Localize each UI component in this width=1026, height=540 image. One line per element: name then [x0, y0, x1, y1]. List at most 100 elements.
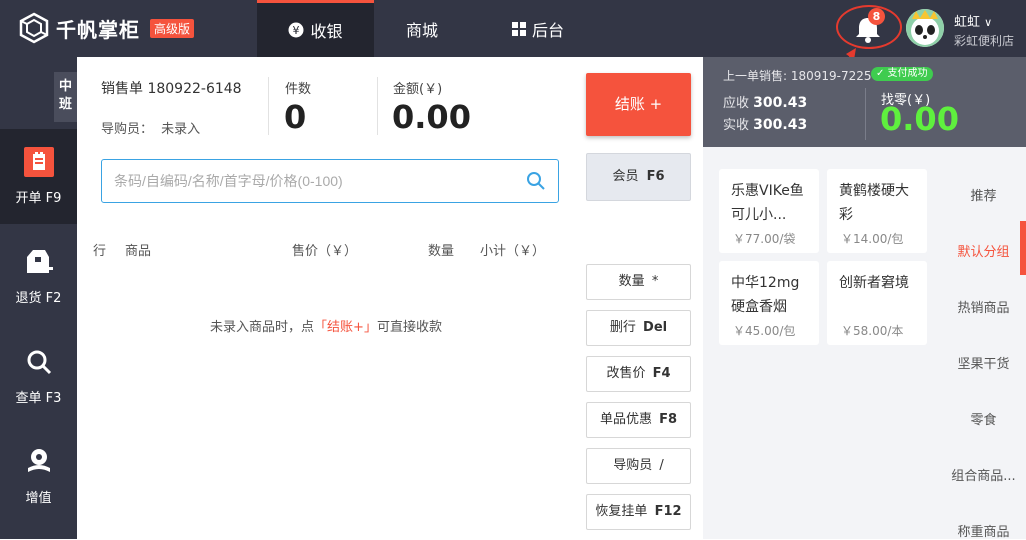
tab-label: 商城: [405, 20, 438, 40]
search-icon[interactable]: [526, 171, 546, 191]
hint-highlight: 「结账+」: [314, 320, 377, 335]
button-label: 数量: [618, 274, 645, 289]
logo: 千帆掌柜 高级版: [18, 12, 195, 44]
amount-value: 0.00: [392, 98, 471, 136]
yen-circle-icon: ¥: [288, 22, 304, 38]
brand-name: 千帆掌柜: [56, 17, 140, 42]
shift-tag: 中班: [54, 72, 77, 122]
category-default-group[interactable]: 默认分组: [941, 241, 1026, 260]
user-name: 虹虹: [954, 15, 981, 30]
active-category-indicator: [1020, 221, 1026, 275]
button-key: F6: [646, 169, 665, 184]
amount-label: 金额(￥): [393, 82, 443, 97]
button-label: 导购员: [613, 458, 653, 473]
product-card[interactable]: 黄鹤楼硬大彩 ￥14.00/包: [827, 169, 927, 253]
order-icon: [23, 147, 54, 177]
column-header-price: 售价（￥）: [292, 244, 358, 259]
member-button[interactable]: 会员 F6: [586, 153, 691, 201]
button-key: Del: [643, 320, 668, 335]
return-box-icon: [24, 247, 54, 277]
product-name: 中华12mg硬盒香烟: [731, 275, 800, 315]
change-value: 0.00: [880, 100, 959, 138]
product-card[interactable]: 乐惠VIKe鱼可儿小... ￥77.00/袋: [719, 169, 819, 253]
value-added-icon: [24, 447, 54, 477]
store-name: 彩虹便利店: [954, 34, 1015, 48]
sidebar-item-label: 开单 F9: [15, 191, 62, 206]
svg-text:¥: ¥: [293, 24, 300, 37]
tab-label: 收银: [310, 22, 343, 41]
column-header-quantity: 数量: [428, 244, 455, 259]
column-header-row: 行: [93, 244, 107, 259]
hint-text: 未录入商品时，点: [210, 320, 315, 335]
edition-badge: 高级版: [150, 18, 195, 38]
divider: [865, 88, 866, 140]
sidebar-item-label: 查单 F3: [15, 391, 62, 406]
guide-value: 未录入: [161, 122, 201, 137]
button-label: 会员: [612, 169, 639, 184]
button-key: *: [651, 274, 659, 289]
avatar[interactable]: [906, 9, 944, 47]
restore-held-order-button[interactable]: 恢复挂单 F12: [586, 494, 691, 530]
change-price-button[interactable]: 改售价 F4: [586, 356, 691, 392]
category-bundles[interactable]: 组合商品...: [941, 465, 1026, 484]
guide-info: 导购员： 未录入: [101, 118, 200, 137]
logo-cube-icon: [19, 12, 49, 44]
guide-label: 导购员：: [101, 122, 154, 137]
notification-badge: 8: [868, 8, 885, 25]
product-card[interactable]: 创新者窘境 ￥58.00/本: [827, 261, 927, 345]
delete-row-button[interactable]: 删行 Del: [586, 310, 691, 346]
button-key: F4: [652, 366, 671, 381]
button-key: F12: [654, 504, 682, 519]
received-label: 实收: [723, 118, 750, 133]
tab-backend[interactable]: 后台: [488, 0, 588, 57]
search-icon: [24, 347, 54, 377]
sidebar-item-label: 退货 F2: [15, 291, 62, 306]
product-price: ￥14.00/包: [841, 232, 904, 246]
last-sale-label: 上一单销售: 180919-7225: [723, 69, 872, 83]
item-discount-button[interactable]: 单品优惠 F8: [586, 402, 691, 438]
receivable-value: 300.43: [753, 95, 808, 111]
empty-cart-hint: 未录入商品时，点「结账+」可直接收款: [0, 316, 560, 335]
count-label: 件数: [285, 82, 312, 97]
sidebar-item-search-order[interactable]: 查单 F3: [0, 329, 77, 424]
order-number: 销售单 180922-6148: [101, 81, 242, 97]
hint-text: 可直接收款: [376, 320, 442, 335]
tab-label: 后台: [531, 20, 564, 40]
grid-icon: [511, 21, 526, 36]
received-value: 300.43: [753, 117, 808, 133]
category-recommend[interactable]: 推荐: [941, 185, 1026, 204]
product-name: 乐惠VIKe鱼可儿小...: [731, 183, 804, 223]
panda-avatar-icon: [906, 9, 944, 47]
count-value: 0: [284, 98, 307, 136]
search-input[interactable]: [114, 170, 514, 192]
tab-cashier[interactable]: ¥ 收银: [257, 0, 374, 57]
category-snacks[interactable]: 零食: [941, 409, 1026, 428]
product-price: ￥45.00/包: [733, 324, 796, 338]
receivable-line: 应收 300.43: [723, 92, 807, 111]
chevron-down-icon: ∨: [984, 16, 993, 29]
column-header-subtotal: 小计（￥）: [480, 244, 546, 259]
product-price: ￥58.00/本: [841, 324, 904, 338]
guide-button[interactable]: 导购员 /: [586, 448, 691, 484]
sidebar-item-return[interactable]: 退货 F2: [0, 229, 77, 324]
category-weighed[interactable]: 称重商品: [941, 521, 1026, 540]
tab-mall[interactable]: 商城: [374, 0, 470, 57]
search-box: [101, 159, 559, 203]
button-label: 改售价: [606, 366, 646, 381]
category-nuts[interactable]: 坚果干货: [941, 353, 1026, 372]
product-card[interactable]: 中华12mg硬盒香烟 ￥45.00/包: [719, 261, 819, 345]
product-name: 创新者窘境: [839, 275, 909, 291]
column-header-item: 商品: [125, 244, 152, 259]
button-label: 恢复挂单: [595, 504, 648, 519]
quantity-button[interactable]: 数量 *: [586, 264, 691, 300]
received-line: 实收 300.43: [723, 114, 807, 133]
button-key: F8: [659, 412, 678, 427]
user-menu[interactable]: 虹虹 ∨: [954, 11, 992, 30]
sidebar-item-label: 增值: [25, 491, 52, 506]
divider: [377, 77, 378, 135]
sidebar-item-value-added[interactable]: 增值: [0, 429, 77, 524]
category-hot-items[interactable]: 热销商品: [941, 297, 1026, 316]
checkout-button[interactable]: 结账 +: [586, 73, 691, 136]
sidebar-item-new-order[interactable]: 开单 F9: [0, 129, 77, 224]
button-key: /: [659, 458, 664, 473]
